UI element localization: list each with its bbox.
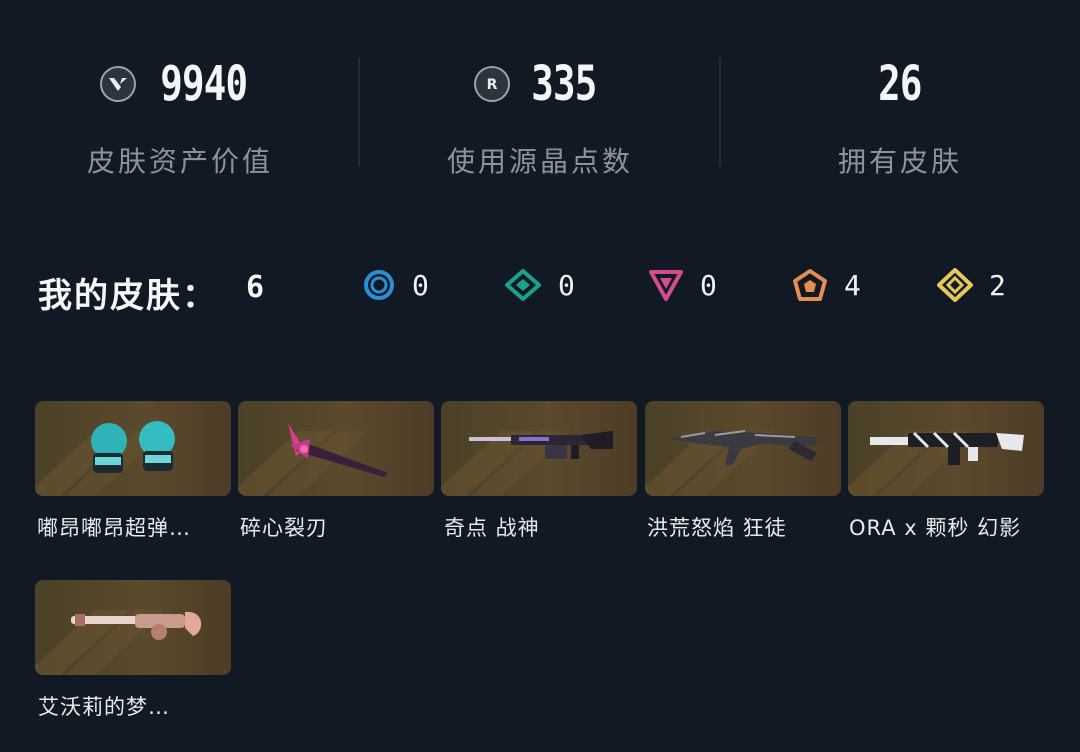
radianite-used-amount: 335 <box>531 56 597 112</box>
stats-header: 9940 皮肤资产价值 R 335 使用源晶点数 26 拥有皮肤 <box>0 0 1080 200</box>
skin-card[interactable] <box>35 401 231 496</box>
skin-value-amount: 9940 <box>160 56 248 112</box>
tier-select-count: 0 <box>412 268 429 302</box>
skin-card[interactable] <box>848 401 1044 496</box>
svg-text:R: R <box>487 77 498 93</box>
skin-name: ORA x 颗秒 幻影 <box>849 516 1022 540</box>
tier-ultra-count: 2 <box>989 268 1006 302</box>
skin-name: 洪荒怒焰 狂徒 <box>647 516 787 540</box>
skin-card[interactable] <box>35 580 231 675</box>
skin-card[interactable] <box>238 401 434 496</box>
my-skins-title: 我的皮肤： <box>38 276 218 316</box>
select-tier-icon <box>364 270 394 300</box>
outlaw-skin-icon <box>669 430 819 465</box>
skin-name: 艾沃莉的梦… <box>38 695 170 719</box>
my-skins-total: 6 <box>246 270 265 305</box>
tier-ultra[interactable]: 2 <box>937 268 1006 302</box>
stat-skin-value: 9940 皮肤资产价值 <box>0 0 360 200</box>
tier-premium-count: 0 <box>700 268 717 302</box>
tier-select[interactable]: 0 <box>362 268 429 302</box>
radianite-used-label: 使用源晶点数 <box>446 145 633 178</box>
tier-exclusive[interactable]: 4 <box>792 268 861 302</box>
skin-card[interactable] <box>441 401 637 496</box>
tier-exclusive-count: 4 <box>844 268 861 302</box>
pistol-skin-icon <box>71 611 202 640</box>
premium-tier-icon <box>649 270 683 301</box>
owned-skins-amount: 26 <box>878 56 922 112</box>
skin-value-label: 皮肤资产价值 <box>86 145 273 178</box>
valorant-points-icon <box>100 66 137 102</box>
tier-premium[interactable]: 0 <box>648 268 717 302</box>
knife-skin-icon <box>288 423 388 477</box>
skin-name: 碎心裂刃 <box>240 516 328 540</box>
skin-name: 嘟昂嘟昂超弹… <box>37 516 191 540</box>
skin-card[interactable] <box>645 401 841 496</box>
radianite-points-icon: R <box>474 66 511 102</box>
deluxe-tier-icon <box>505 269 541 301</box>
gloves-skin-icon <box>91 421 175 473</box>
tier-deluxe[interactable]: 0 <box>504 268 575 302</box>
phantom-skin-icon <box>870 431 1024 465</box>
rifle-skin-icon <box>469 431 613 459</box>
my-skins-summary: 我的皮肤： 6 0 0 0 4 2 <box>0 258 1080 318</box>
exclusive-tier-icon <box>793 269 827 301</box>
owned-skins-label: 拥有皮肤 <box>837 145 962 178</box>
stat-radianite-used: R 335 使用源晶点数 <box>360 0 720 200</box>
tier-deluxe-count: 0 <box>558 268 575 302</box>
stat-owned-skins: 26 拥有皮肤 <box>720 0 1080 200</box>
ultra-tier-icon <box>937 268 973 302</box>
skin-name: 奇点 战神 <box>444 516 540 540</box>
